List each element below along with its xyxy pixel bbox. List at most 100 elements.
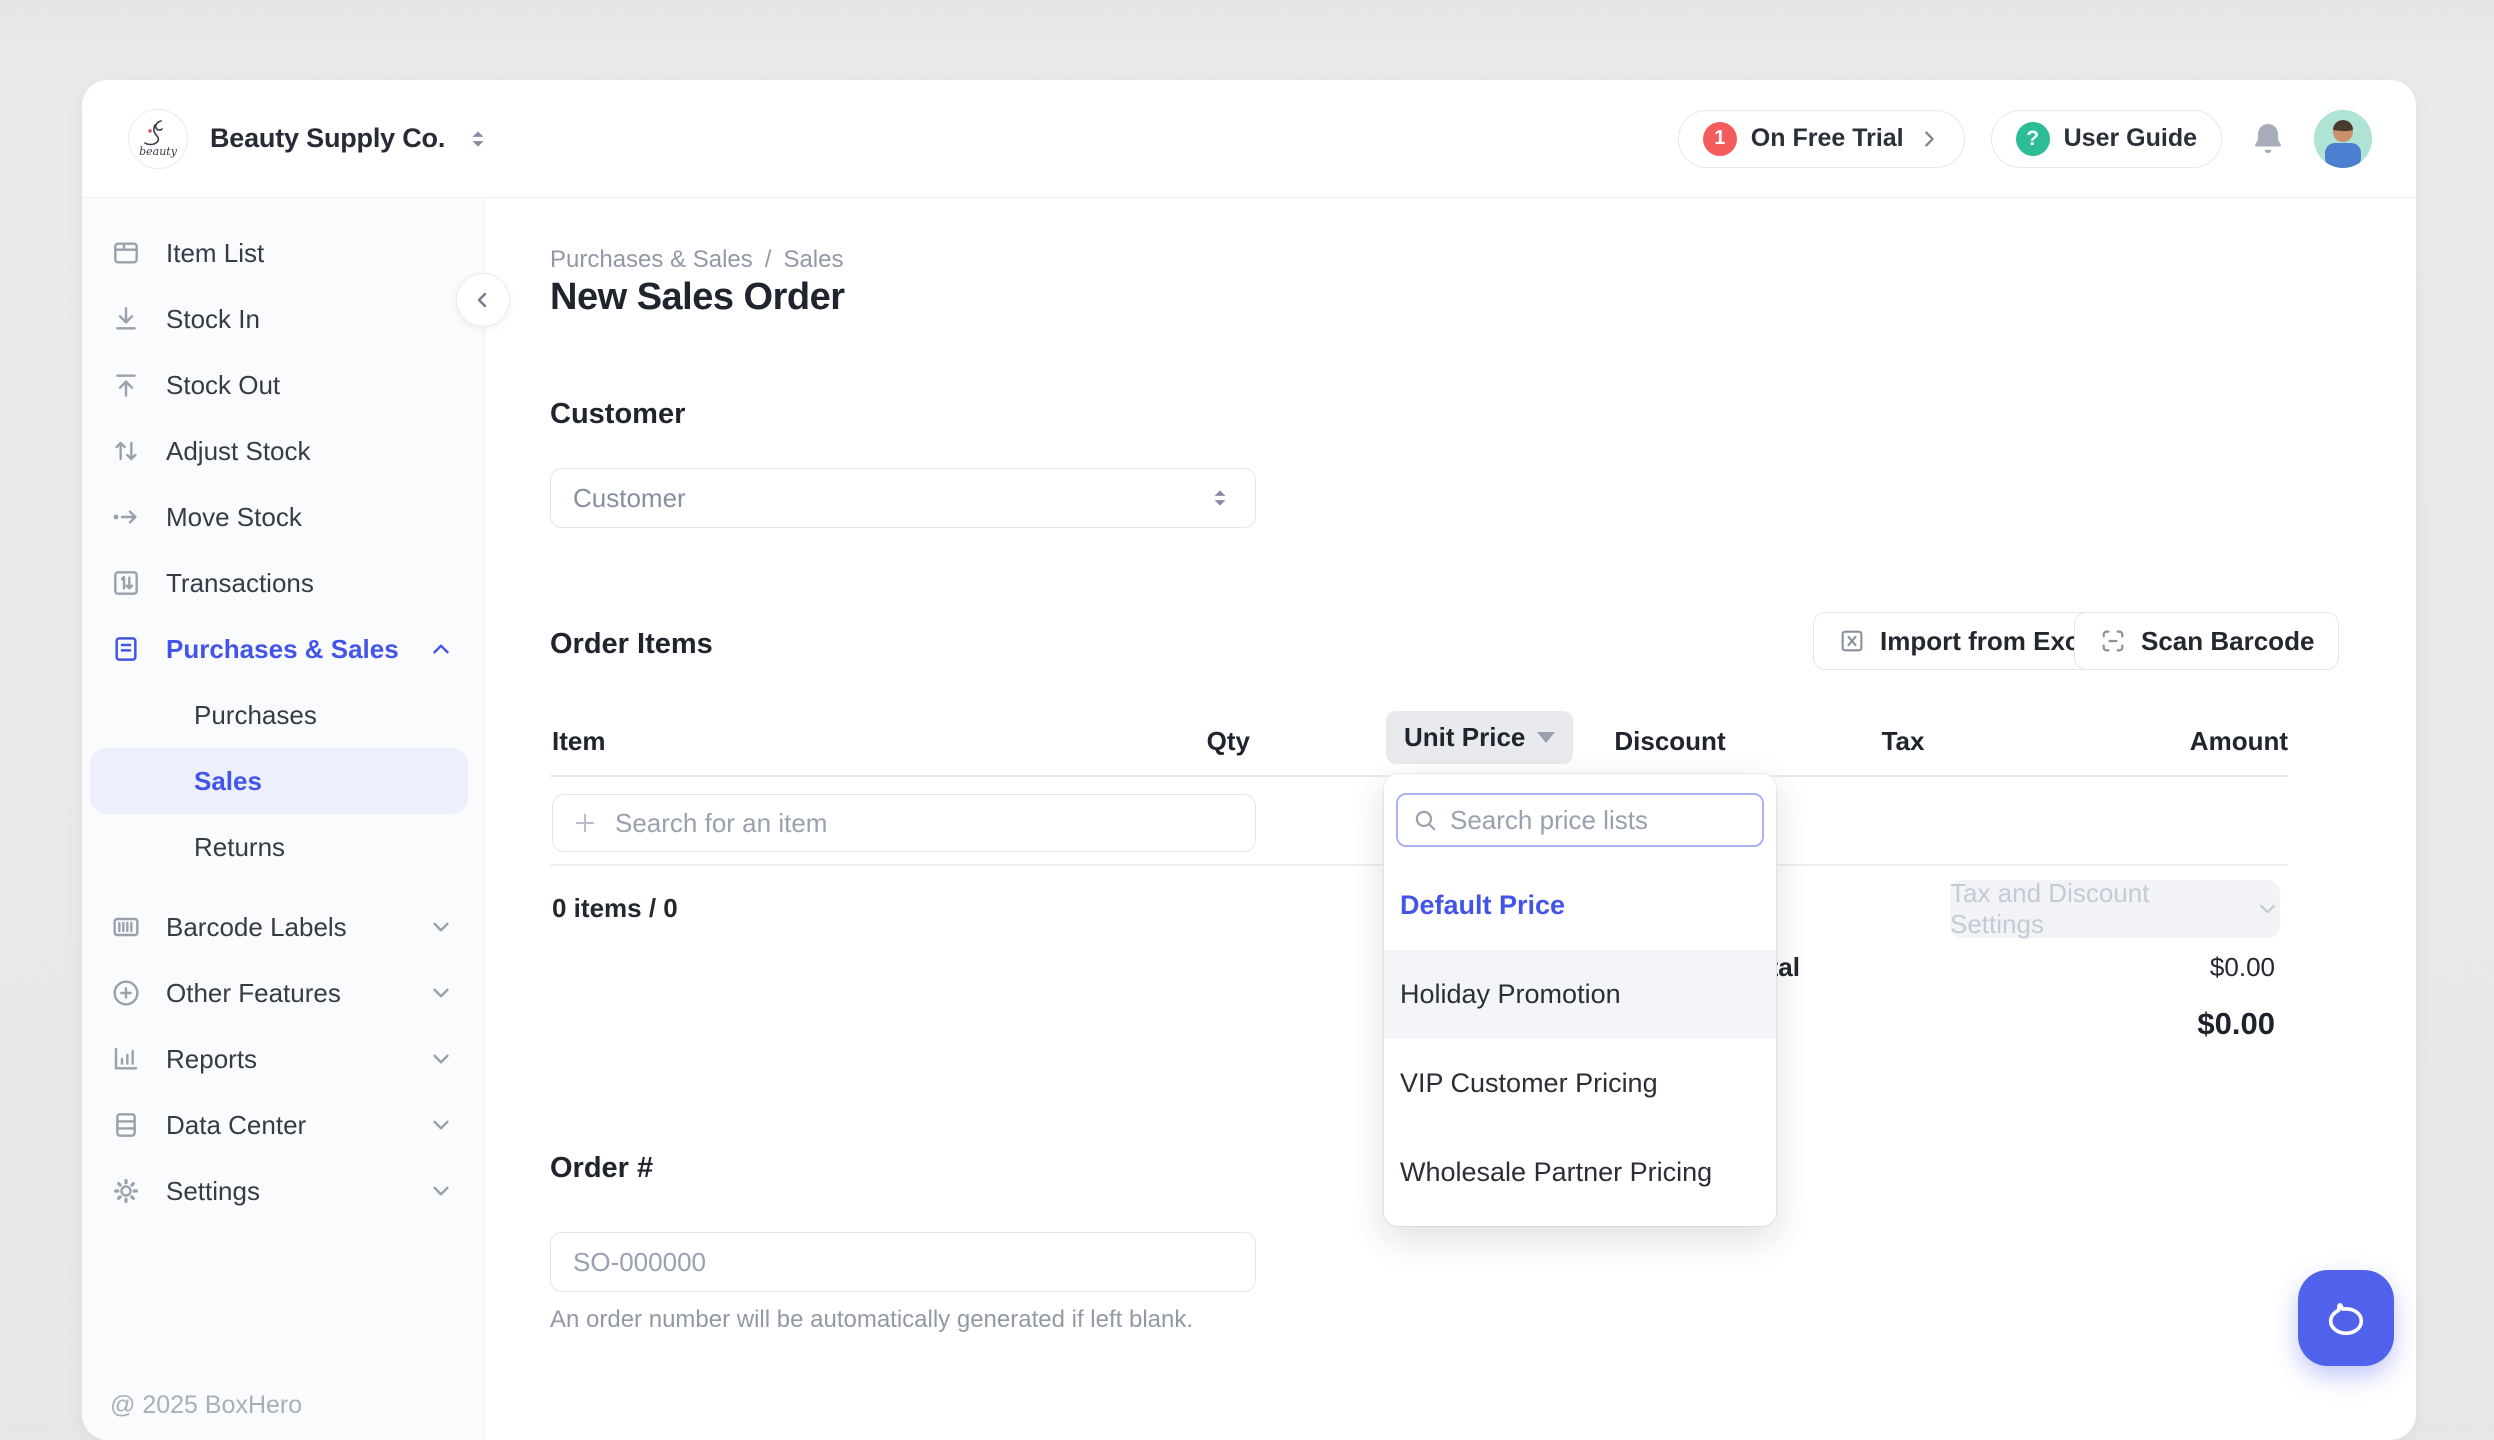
transactions-icon (110, 567, 142, 599)
plus-circle-icon (110, 977, 142, 1009)
sidebar-nav: Item List Stock In Stock Out (82, 198, 485, 1440)
item-search-field[interactable] (552, 794, 1256, 852)
adjust-stock-icon (110, 435, 142, 467)
sidebar-item-move-stock[interactable]: Move Stock (82, 484, 484, 550)
scan-button-label: Scan Barcode (2141, 626, 2314, 657)
user-avatar[interactable] (2314, 110, 2372, 168)
sidebar-item-label: Purchases (194, 700, 454, 731)
chevron-down-icon (428, 914, 454, 940)
copyright-text: @ 2025 BoxHero (110, 1391, 302, 1420)
move-stock-icon (110, 501, 142, 533)
tax-discount-settings-button[interactable]: Tax and Discount Settings (1950, 880, 2280, 938)
trial-label: On Free Trial (1751, 124, 1904, 153)
chevron-up-icon (428, 636, 454, 662)
sidebar-item-label: Data Center (166, 1110, 428, 1141)
trial-count-badge: 1 (1703, 122, 1737, 156)
chat-bubble-icon (2323, 1295, 2369, 1341)
price-list-option-vip[interactable]: VIP Customer Pricing (1384, 1039, 1776, 1128)
customer-select-placeholder: Customer (573, 483, 1207, 514)
order-items-heading: Order Items (550, 628, 713, 661)
sidebar-item-barcode-labels[interactable]: Barcode Labels (82, 894, 484, 960)
logo-script-text: beauty (139, 145, 177, 158)
company-switcher-icon[interactable] (465, 126, 491, 152)
barcode-icon (110, 911, 142, 943)
purchases-sales-doc-icon (110, 633, 142, 665)
customer-select[interactable]: Customer (550, 468, 1256, 528)
price-list-option-default[interactable]: Default Price (1384, 861, 1776, 950)
sidebar-item-label: Move Stock (166, 502, 454, 533)
sidebar-item-label: Sales (194, 766, 438, 797)
sidebar-item-transactions[interactable]: Transactions (82, 550, 484, 616)
sidebar-item-label: Reports (166, 1044, 428, 1075)
free-trial-button[interactable]: 1 On Free Trial (1678, 110, 1965, 168)
breadcrumb: Purchases & Sales / Sales (550, 246, 844, 274)
sidebar-item-data-center[interactable]: Data Center (82, 1092, 484, 1158)
order-number-field[interactable] (550, 1232, 1256, 1292)
price-list-option-holiday[interactable]: Holiday Promotion (1384, 950, 1776, 1039)
sidebar-item-other-features[interactable]: Other Features (82, 960, 484, 1026)
search-icon (1412, 807, 1438, 833)
caret-down-icon (1537, 732, 1555, 743)
column-header-qty: Qty (1207, 726, 1250, 757)
tax-discount-label: Tax and Discount Settings (1950, 878, 2241, 940)
top-header: beauty Beauty Supply Co. 1 On Free Trial… (82, 80, 2416, 198)
company-logo: beauty (128, 109, 188, 169)
price-list-options: Default Price Holiday Promotion VIP Cust… (1384, 861, 1776, 1217)
sidebar-item-stock-in[interactable]: Stock In (82, 286, 484, 352)
database-icon (110, 1109, 142, 1141)
sidebar-item-label: Adjust Stock (166, 436, 454, 467)
stock-in-icon (110, 303, 142, 335)
total-value: $0.00 (2197, 1006, 2275, 1042)
company-name: Beauty Supply Co. (210, 123, 445, 154)
sidebar-item-label: Stock Out (166, 370, 454, 401)
chevron-down-icon (428, 980, 454, 1006)
column-header-discount: Discount (1610, 726, 1730, 757)
scan-barcode-button[interactable]: Scan Barcode (2074, 612, 2339, 670)
customer-section-heading: Customer (550, 398, 685, 431)
price-list-option-wholesale[interactable]: Wholesale Partner Pricing (1384, 1128, 1776, 1217)
import-button-label: Import from Excel (1880, 626, 2101, 657)
sidebar-item-label: Stock In (166, 304, 454, 335)
order-number-input[interactable] (573, 1247, 1233, 1278)
question-badge-icon: ? (2016, 122, 2050, 156)
column-header-unit-price-button[interactable]: Unit Price (1386, 711, 1573, 764)
breadcrumb-parent[interactable]: Purchases & Sales (550, 246, 753, 274)
price-list-search-input[interactable] (1450, 805, 1748, 836)
scan-frame-icon (2099, 627, 2127, 655)
sidebar-item-settings[interactable]: Settings (82, 1158, 484, 1224)
user-guide-button[interactable]: ? User Guide (1991, 110, 2222, 168)
chevron-down-icon (428, 1046, 454, 1072)
sidebar-item-label: Barcode Labels (166, 912, 428, 943)
sidebar-item-purchases[interactable]: Purchases (82, 682, 484, 748)
sidebar-item-label: Other Features (166, 978, 428, 1009)
column-header-tax: Tax (1858, 726, 1948, 757)
unit-price-label: Unit Price (1404, 722, 1525, 753)
sidebar-item-purchases-sales[interactable]: Purchases & Sales (82, 616, 484, 682)
price-list-search-field[interactable] (1396, 793, 1764, 847)
chevron-down-icon (428, 1178, 454, 1204)
price-list-dropdown: Default Price Holiday Promotion VIP Cust… (1384, 774, 1776, 1226)
sidebar-item-sales[interactable]: Sales (90, 748, 468, 814)
chat-launcher-button[interactable] (2298, 1270, 2394, 1366)
item-search-input[interactable] (615, 808, 1237, 839)
sidebar-item-label: Returns (194, 832, 454, 863)
order-number-hint: An order number will be automatically ge… (550, 1306, 1193, 1334)
column-header-item: Item (552, 726, 605, 757)
column-header-amount: Amount (2190, 726, 2288, 757)
sidebar-item-adjust-stock[interactable]: Adjust Stock (82, 418, 484, 484)
sidebar-item-reports[interactable]: Reports (82, 1026, 484, 1092)
breadcrumb-current[interactable]: Sales (783, 246, 843, 274)
breadcrumb-separator: / (765, 246, 772, 274)
bell-icon[interactable] (2248, 119, 2288, 159)
items-count-text: 0 items / 0 (552, 893, 678, 924)
sidebar-item-label: Item List (166, 238, 454, 269)
sidebar-item-item-list[interactable]: Item List (82, 220, 484, 286)
gear-icon (110, 1175, 142, 1207)
sidebar-item-stock-out[interactable]: Stock Out (82, 352, 484, 418)
sidebar-item-label: Purchases & Sales (166, 634, 428, 665)
subtotal-value: $0.00 (2210, 952, 2275, 983)
sidebar-item-returns[interactable]: Returns (82, 814, 484, 880)
order-number-heading: Order # (550, 1152, 653, 1185)
sidebar-collapse-button[interactable] (456, 273, 510, 327)
user-guide-label: User Guide (2064, 124, 2197, 153)
